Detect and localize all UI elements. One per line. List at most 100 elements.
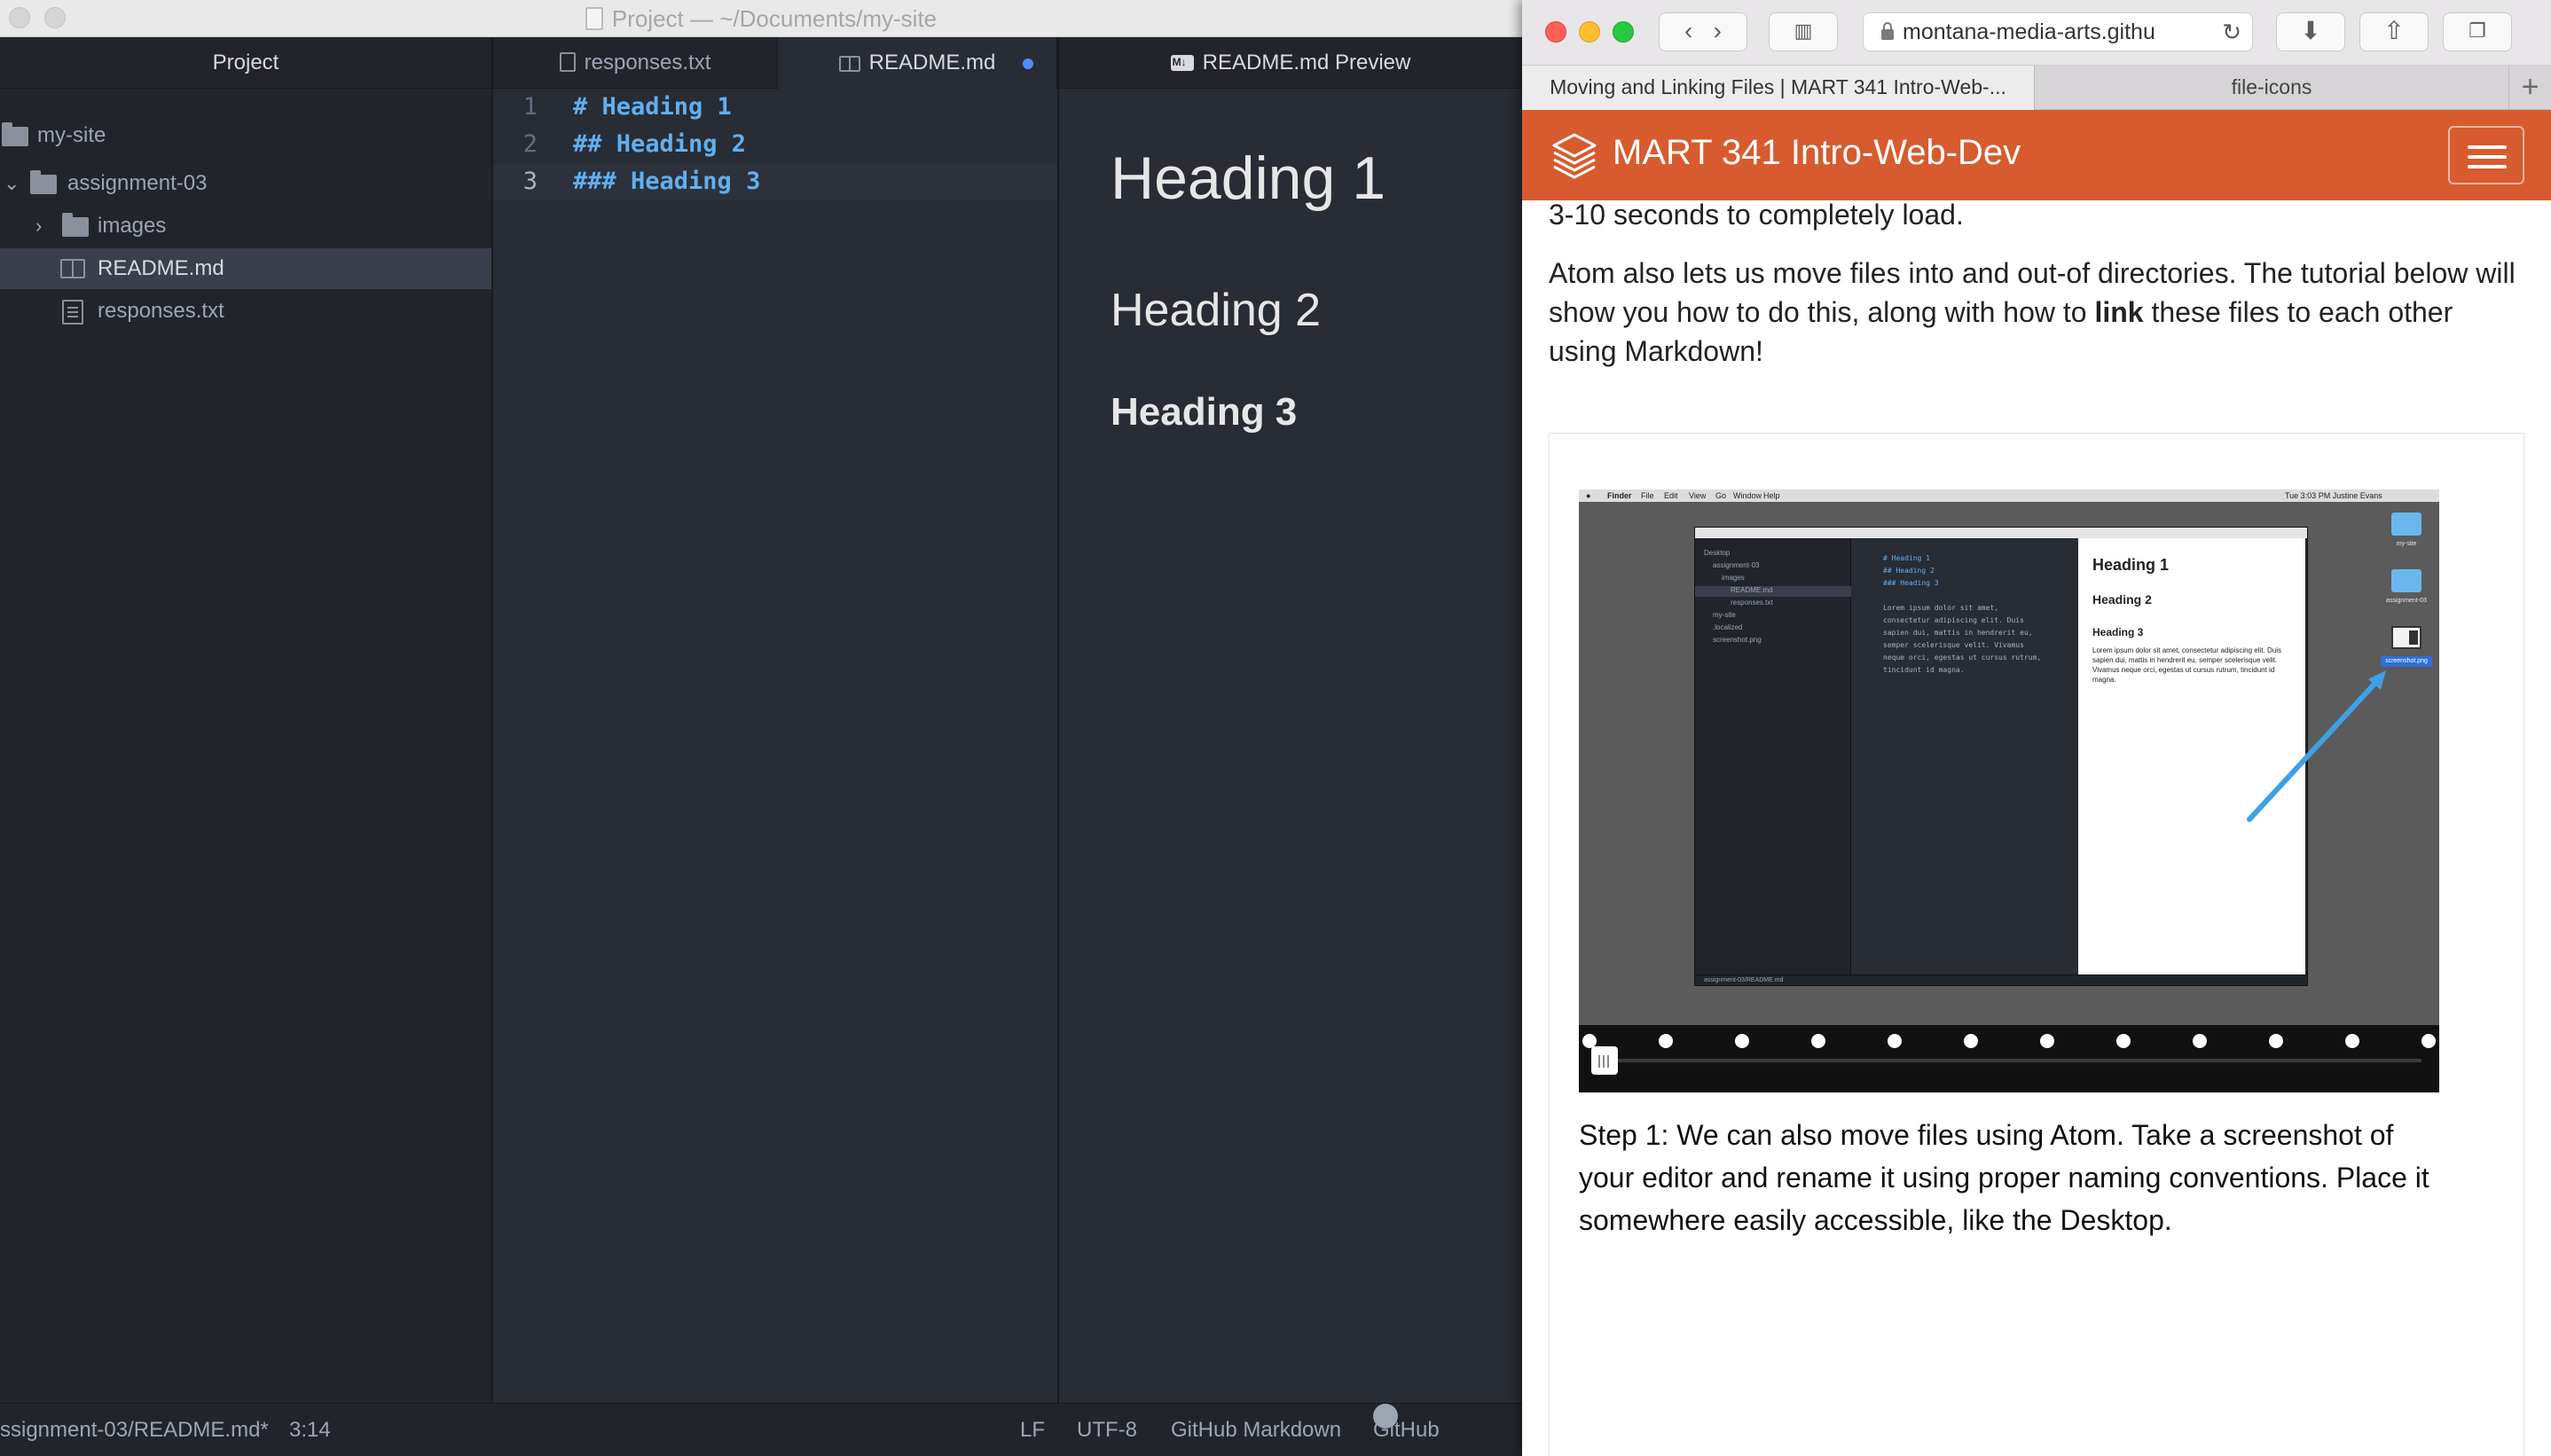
code-text[interactable]: # Heading 1	[573, 89, 732, 126]
article-content: 3-10 seconds to completely load. Atom al…	[1522, 200, 2551, 1456]
folder-icon	[30, 170, 57, 194]
status-bar: ssignment-03/README.md* 3:14 LF UTF-8 Gi…	[0, 1403, 1522, 1456]
code-line[interactable]: 2 ## Heading 2	[493, 126, 1057, 163]
markdown-file-icon	[838, 56, 860, 72]
slider-track[interactable]	[1597, 1059, 2421, 1062]
tab-label: responses.txt	[584, 51, 711, 74]
address-bar[interactable]: montana-media-arts.githu ↻	[1863, 12, 2253, 51]
slide-dot[interactable]	[1811, 1034, 1825, 1048]
tree-view: Project my-site ⌄ assignment-03 › images…	[0, 37, 493, 1403]
share-button[interactable]: ⇧	[2359, 12, 2429, 51]
browser-tab-file-icons[interactable]: file-icons	[2035, 66, 2508, 110]
stack-logo-icon[interactable]	[1549, 129, 1600, 181]
slide-dot[interactable]	[2421, 1034, 2436, 1048]
modified-indicator-icon[interactable]	[1023, 59, 1033, 69]
slide-dot[interactable]	[2116, 1034, 2131, 1048]
sidebar-icon: ▥	[1794, 20, 1813, 42]
safari-window: ‹ › ▥ montana-media-arts.githu ↻ ⬇ ⇧ ❐ M…	[1522, 0, 2551, 1456]
tab-readme-preview[interactable]: README.md Preview	[1059, 36, 1522, 89]
tab-label: README.md	[868, 51, 996, 74]
text-file-icon	[62, 300, 83, 325]
forward-icon[interactable]: ›	[1714, 17, 1722, 44]
status-file-path[interactable]: ssignment-03/README.md*	[0, 1404, 269, 1456]
share-icon: ⇧	[2383, 17, 2405, 44]
tree-view-header[interactable]: Project	[0, 37, 491, 89]
minimize-button[interactable]	[1579, 21, 1600, 43]
menu-button[interactable]	[2448, 126, 2524, 184]
tree-item-label: images	[98, 214, 167, 238]
tab-readme-md[interactable]: README.md	[777, 37, 1057, 90]
tree-item-my-site[interactable]: my-site	[0, 115, 491, 156]
status-encoding[interactable]: UTF-8	[1077, 1404, 1137, 1456]
slide-dot[interactable]	[1888, 1034, 1902, 1048]
slideshow-controls	[1579, 1025, 2439, 1092]
site-header: MART 341 Intro-Web-Dev	[1522, 110, 2551, 200]
downloads-button[interactable]: ⬇	[2276, 12, 2345, 51]
back-forward-buttons[interactable]: ‹ ›	[1659, 12, 1747, 51]
safari-toolbar: ‹ › ▥ montana-media-arts.githu ↻ ⬇ ⇧ ❐	[1522, 0, 2551, 66]
lock-icon	[1881, 22, 1894, 40]
status-line-ending[interactable]: LF	[1020, 1404, 1045, 1456]
slide-dot[interactable]	[2345, 1034, 2359, 1048]
code-text[interactable]: ### Heading 3	[573, 163, 760, 200]
slide-dot[interactable]	[2269, 1034, 2283, 1048]
code-editor[interactable]: 1 # Heading 1 2 ## Heading 2 3 ### Headi…	[493, 89, 1057, 200]
tab-label: README.md Preview	[1202, 51, 1411, 74]
back-icon[interactable]: ‹	[1684, 17, 1692, 44]
address-text[interactable]: montana-media-arts.githu	[1903, 20, 2155, 44]
reload-icon[interactable]: ↻	[2222, 13, 2241, 51]
markdown-preview-pane: README.md Preview Heading 1 Heading 2 He…	[1057, 36, 1522, 1403]
download-icon: ⬇	[2300, 17, 2321, 44]
code-line-active[interactable]: 3 ### Heading 3	[493, 163, 1057, 200]
tabs-icon: ❐	[2469, 20, 2486, 42]
atom-window-title-text: Project — ~/Documents/my-site	[611, 5, 938, 32]
chevron-right-icon[interactable]: ›	[35, 206, 42, 247]
slide-dot[interactable]	[1964, 1034, 1978, 1048]
tutorial-slideshow[interactable]: ● Finder File Edit View Go Window Help T…	[1579, 489, 2439, 1092]
tree-item-label: my-site	[37, 123, 106, 147]
tree-item-assignment-03[interactable]: ⌄ assignment-03	[0, 163, 491, 204]
preview-heading-3: Heading 3	[1111, 390, 1298, 434]
site-title[interactable]: MART 341 Intro-Web-Dev	[1613, 133, 2021, 173]
new-tab-button[interactable]: +	[2508, 66, 2551, 110]
slide-dot[interactable]	[2040, 1034, 2054, 1048]
zoom-button[interactable]	[1613, 21, 1634, 43]
preview-heading-1: Heading 1	[1111, 145, 1386, 212]
document-icon	[585, 7, 603, 30]
tab-responses-txt[interactable]: responses.txt	[493, 37, 777, 89]
atom-window-title: Project — ~/Documents/my-site	[0, 5, 1522, 33]
tree-item-responses[interactable]: responses.txt	[0, 291, 491, 332]
sidebar-toggle-button[interactable]: ▥	[1769, 12, 1838, 51]
status-github-label: GitHub	[1373, 1418, 1440, 1442]
text-file-icon	[559, 52, 576, 72]
browser-tab-moving-files[interactable]: Moving and Linking Files | MART 341 Intr…	[1522, 66, 2035, 110]
arrow-icon	[2247, 670, 2386, 822]
safari-tab-bar: Moving and Linking Files | MART 341 Intr…	[1522, 66, 2551, 110]
tree-item-label: responses.txt	[98, 299, 224, 323]
article-paragraph: Atom also lets us move files into and ou…	[1549, 254, 2524, 371]
slider-handle[interactable]	[1591, 1046, 1618, 1075]
editor-tab-bar: responses.txt README.md	[493, 37, 1057, 90]
code-text[interactable]: ## Heading 2	[573, 126, 746, 163]
tutorial-screenshot[interactable]: ● Finder File Edit View Go Window Help T…	[1579, 489, 2439, 1025]
code-line[interactable]: 1 # Heading 1	[493, 89, 1057, 126]
tabs-overview-button[interactable]: ❐	[2443, 12, 2512, 51]
close-button[interactable]	[1545, 21, 1566, 43]
status-cursor-position[interactable]: 3:14	[289, 1404, 331, 1456]
tree-item-readme[interactable]: README.md	[0, 248, 491, 289]
line-number: 3	[522, 168, 538, 195]
chevron-down-icon[interactable]: ⌄	[4, 163, 20, 204]
slide-dot[interactable]	[1735, 1034, 1749, 1048]
folder-icon	[62, 213, 89, 237]
markdown-file-icon	[60, 259, 85, 278]
line-number: 2	[522, 130, 538, 158]
bold-text: link	[2094, 296, 2144, 328]
atom-titlebar: Project — ~/Documents/my-site	[0, 0, 1522, 37]
slide-dot[interactable]	[2193, 1034, 2207, 1048]
step-1-caption: Step 1: We can also move files using Ato…	[1579, 1119, 2429, 1236]
status-grammar[interactable]: GitHub Markdown	[1171, 1404, 1341, 1456]
slide-dot[interactable]	[1659, 1034, 1673, 1048]
preview-heading-2: Heading 2	[1111, 285, 1322, 336]
tree-item-images[interactable]: › images	[0, 206, 491, 247]
folder-icon	[2, 122, 28, 146]
